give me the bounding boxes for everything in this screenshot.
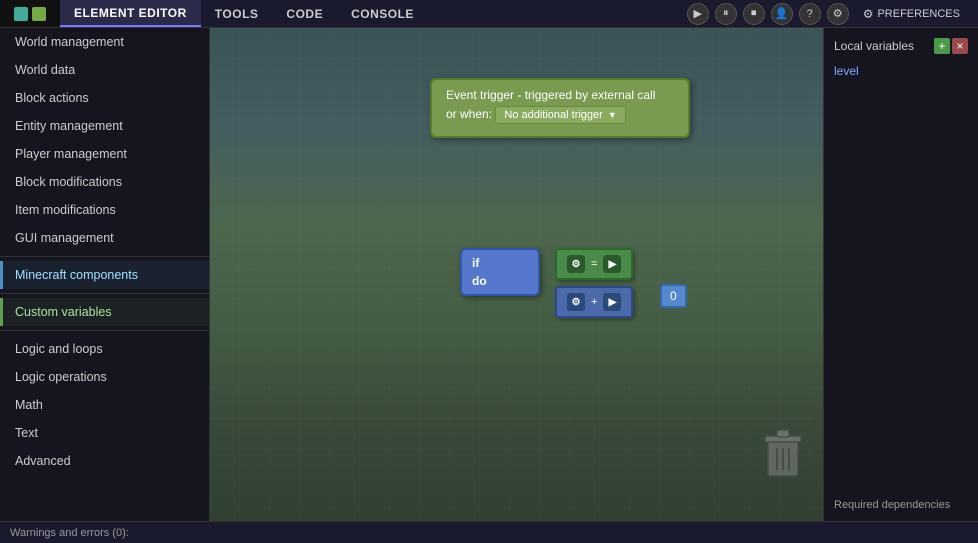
tab-tools[interactable]: TOOLS <box>201 0 273 27</box>
topbar-icon-pause[interactable]: ⏸ <box>715 3 737 25</box>
trash-icon-area[interactable] <box>763 428 803 481</box>
status-bar: Warnings and errors (0): <box>0 521 978 543</box>
op-plus-symbol: + <box>591 296 597 308</box>
op-equals-symbol: = <box>591 258 597 270</box>
op-right-icon2: ▶ <box>603 293 621 311</box>
or-when-label: or when: <box>446 107 492 121</box>
tab-code[interactable]: CODE <box>272 0 337 27</box>
sidebar-divider2 <box>0 293 209 294</box>
logo-square1 <box>14 7 28 21</box>
trigger-dropdown[interactable]: No additional trigger ▼ <box>495 106 625 124</box>
sidebar-divider1 <box>0 256 209 257</box>
add-var-button[interactable]: + <box>934 38 950 54</box>
sidebar-item-text[interactable]: Text <box>0 419 209 447</box>
sidebar-item-item-modifications[interactable]: Item modifications <box>0 196 209 224</box>
local-vars-header: Local variables + × <box>834 38 968 54</box>
preferences-button[interactable]: ⚙ PREFERENCES <box>855 5 968 23</box>
sidebar-item-world-data[interactable]: World data <box>0 56 209 84</box>
gear-icon: ⚙ <box>863 7 874 21</box>
sidebar-item-logic-loops[interactable]: Logic and loops <box>0 335 209 363</box>
sidebar-item-minecraft-components[interactable]: Minecraft components <box>0 261 209 289</box>
local-vars-title: Local variables <box>834 39 914 53</box>
topbar-icon-settings[interactable]: ⚙ <box>827 3 849 25</box>
dropdown-arrow-icon: ▼ <box>608 110 617 120</box>
main-area: World management World data Block action… <box>0 28 978 521</box>
topbar-icons: ▶ ⏸ ⏹ 👤 ? ⚙ ⚙ PREFERENCES <box>687 3 978 25</box>
sidebar: World management World data Block action… <box>0 28 210 521</box>
number-value: 0 <box>660 284 687 308</box>
vars-buttons: + × <box>934 38 968 54</box>
topbar-tabs: ELEMENT EDITOR TOOLS CODE CONSOLE <box>60 0 428 27</box>
op-settings-icon2: ⚙ <box>567 293 585 311</box>
if-do-block[interactable]: if do <box>460 248 540 296</box>
topbar-icon-stop[interactable]: ⏹ <box>743 3 765 25</box>
sidebar-item-gui-management[interactable]: GUI management <box>0 224 209 252</box>
sidebar-item-player-management[interactable]: Player management <box>0 140 209 168</box>
del-var-button[interactable]: × <box>952 38 968 54</box>
sidebar-item-block-modifications[interactable]: Block modifications <box>0 168 209 196</box>
required-dependencies-label: Required dependencies <box>834 499 968 511</box>
event-trigger-text-line1: Event trigger - triggered by external ca… <box>446 88 674 102</box>
sidebar-item-math[interactable]: Math <box>0 391 209 419</box>
sidebar-item-logic-operations[interactable]: Logic operations <box>0 363 209 391</box>
topbar: ELEMENT EDITOR TOOLS CODE CONSOLE ▶ ⏸ ⏹ … <box>0 0 978 28</box>
topbar-icon-help[interactable]: ? <box>799 3 821 25</box>
topbar-icon-play[interactable]: ▶ <box>687 3 709 25</box>
sidebar-item-world-management[interactable]: World management <box>0 28 209 56</box>
op-settings-icon: ⚙ <box>567 255 585 273</box>
trash-icon <box>763 428 803 478</box>
topbar-icon-person[interactable]: 👤 <box>771 3 793 25</box>
event-trigger-block[interactable]: Event trigger - triggered by external ca… <box>430 78 690 138</box>
logo-square2 <box>32 7 46 21</box>
sidebar-item-custom-variables[interactable]: Custom variables <box>0 298 209 326</box>
trigger-dropdown-value: No additional trigger <box>504 109 602 121</box>
sidebar-item-entity-management[interactable]: Entity management <box>0 112 209 140</box>
logo-area <box>0 0 60 27</box>
right-panel: Local variables + × level Required depen… <box>823 28 978 521</box>
tab-element-editor[interactable]: ELEMENT EDITOR <box>60 0 201 27</box>
var-item-level[interactable]: level <box>834 62 968 80</box>
sidebar-item-advanced[interactable]: Advanced <box>0 447 209 475</box>
tab-console[interactable]: CONSOLE <box>337 0 428 27</box>
canvas-area: Event trigger - triggered by external ca… <box>210 28 823 521</box>
sidebar-item-block-actions[interactable]: Block actions <box>0 84 209 112</box>
event-trigger-text-line2: or when: No additional trigger ▼ <box>446 106 674 124</box>
if-label: if <box>472 256 528 270</box>
preferences-label: PREFERENCES <box>877 8 960 20</box>
warnings-text: Warnings and errors (0): <box>10 527 129 539</box>
sidebar-divider3 <box>0 330 209 331</box>
op-right-icon: ▶ <box>603 255 621 273</box>
do-label: do <box>472 274 528 288</box>
